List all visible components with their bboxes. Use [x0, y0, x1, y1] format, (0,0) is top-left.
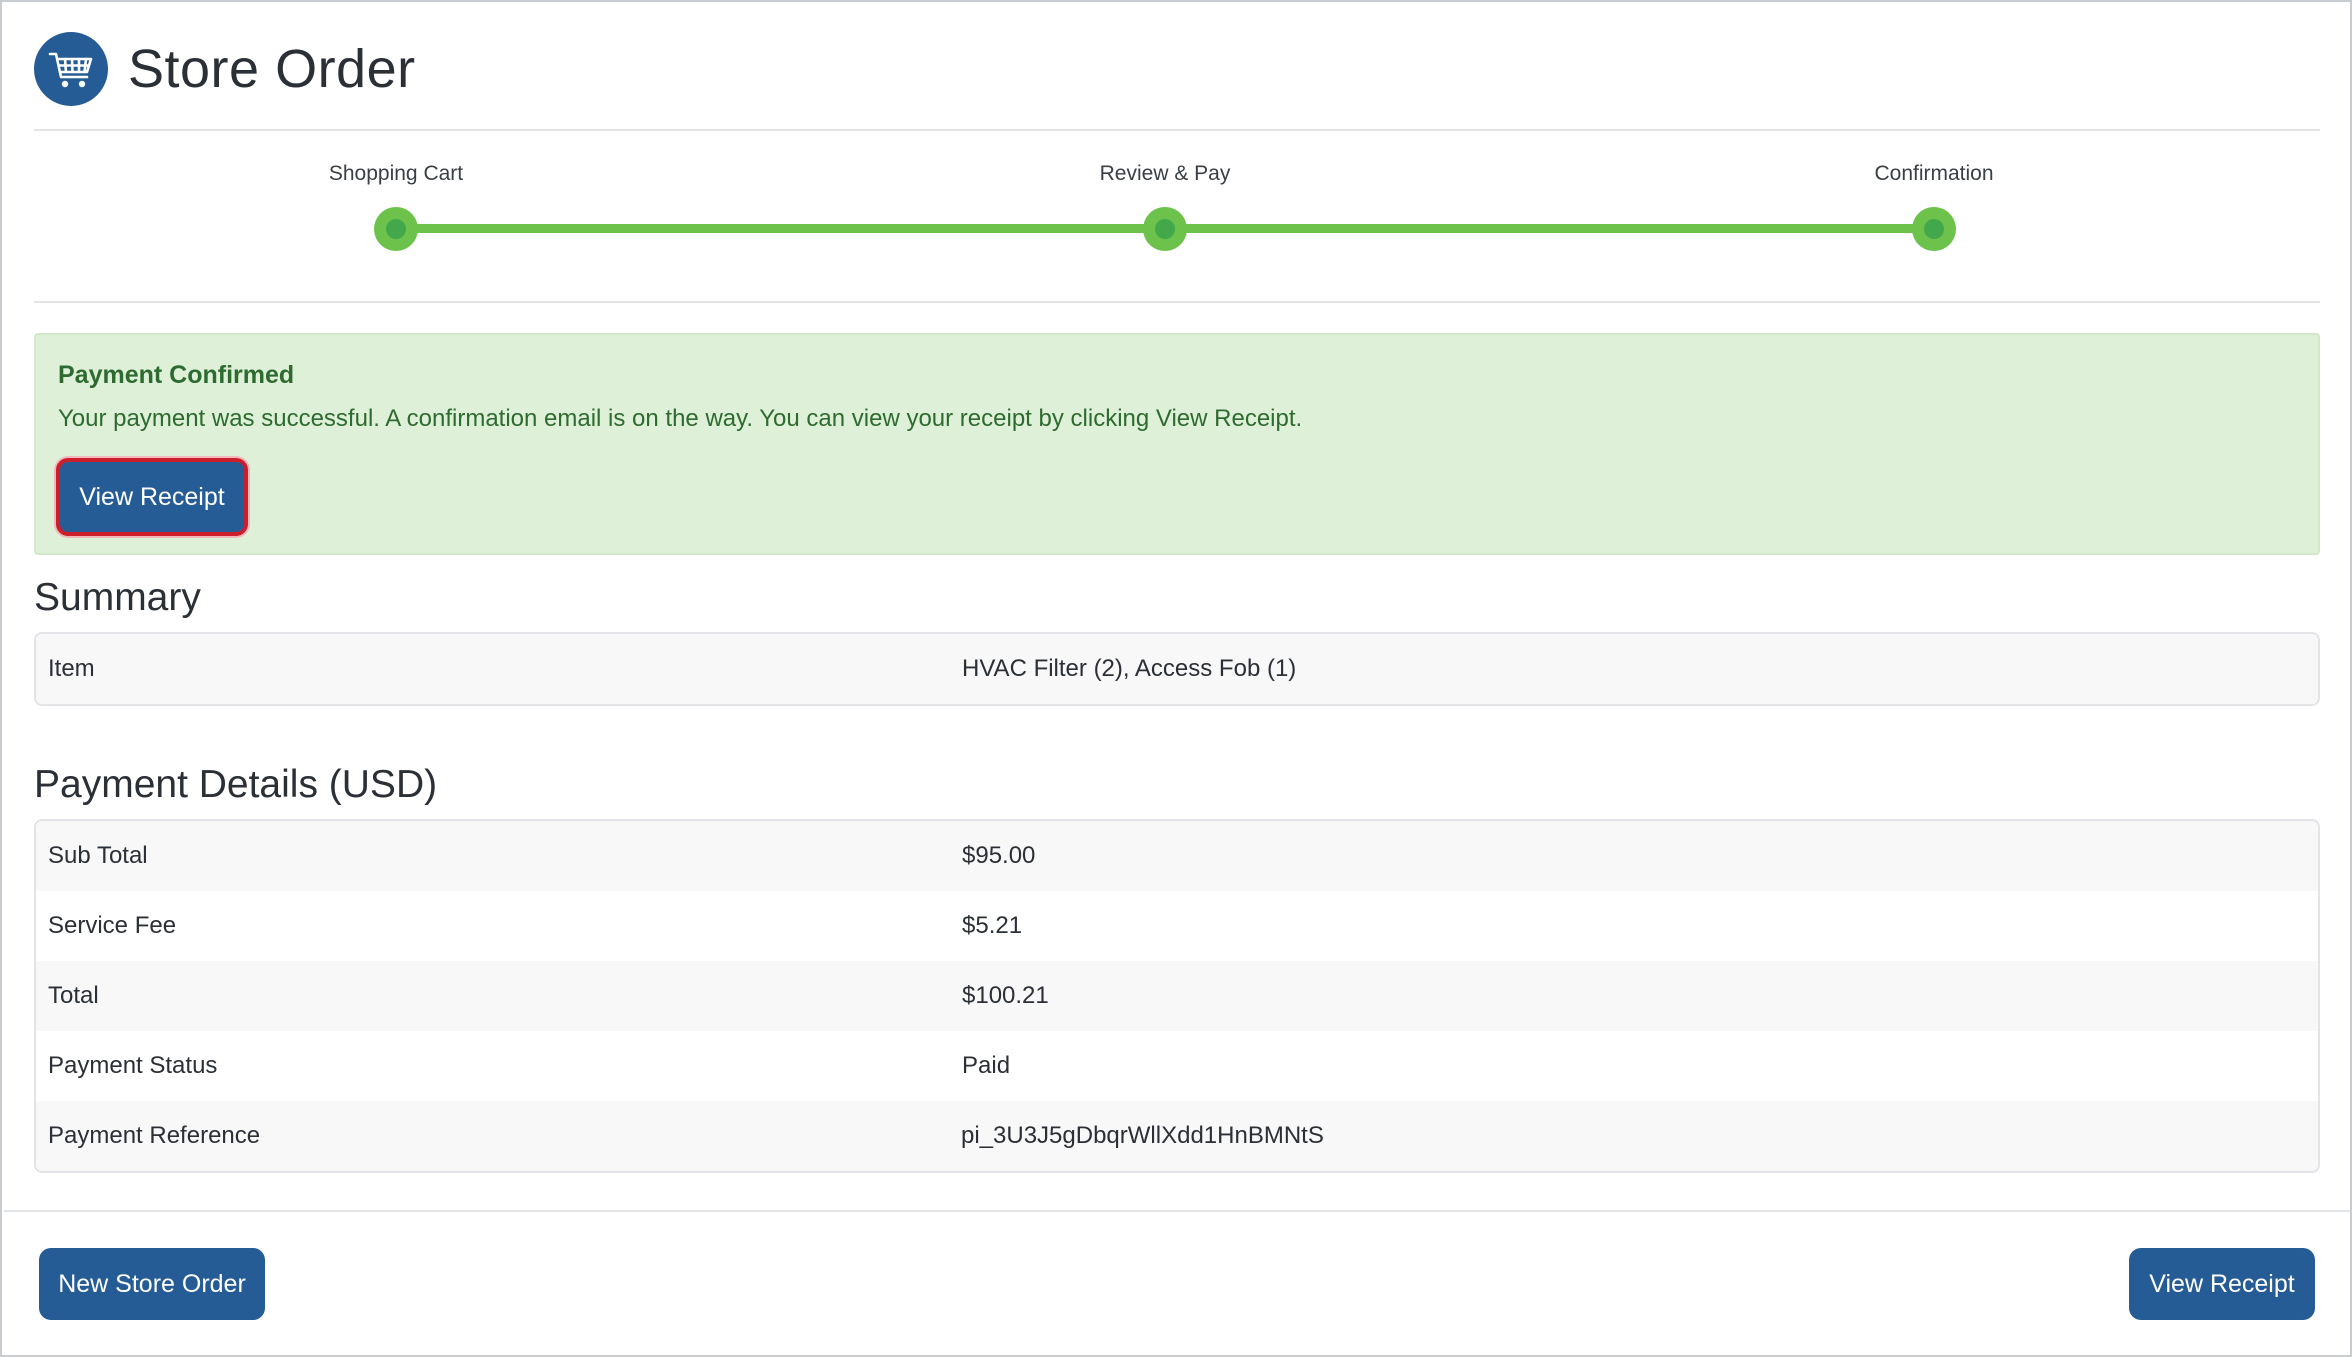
payment-details-table: Sub Total $95.00 Service Fee $5.21 Total… — [34, 819, 2320, 1173]
shopping-cart-icon — [34, 32, 108, 106]
row-value: $5.21 — [962, 912, 1023, 939]
payment-details-heading: Payment Details (USD) — [34, 763, 438, 806]
page-header: Store Order — [34, 32, 416, 106]
row-label: Payment Status — [48, 1052, 218, 1079]
row-value: pi_3U3J5gDbqrWllXdd1HnBMNtS — [961, 1122, 1324, 1149]
table-row: Payment Reference pi_3U3J5gDbqrWllXdd1Hn… — [36, 1101, 2318, 1171]
header-divider — [34, 129, 2320, 131]
page-title: Store Order — [128, 39, 416, 99]
row-label: Sub Total — [48, 842, 148, 869]
row-label: Payment Reference — [48, 1122, 261, 1149]
row-label: Item — [48, 655, 95, 682]
row-value: Paid — [962, 1052, 1011, 1079]
row-value: HVAC Filter (2), Access Fob (1) — [962, 655, 1297, 682]
step-complete-dot — [1155, 219, 1175, 239]
step-label-confirmation: Confirmation — [1874, 162, 1994, 185]
table-row: Service Fee $5.21 — [36, 891, 2318, 961]
stepper-divider — [34, 301, 2320, 303]
step-label-shopping-cart: Shopping Cart — [328, 162, 464, 185]
row-value: $95.00 — [962, 842, 1036, 869]
table-row: Item HVAC Filter (2), Access Fob (1) — [36, 634, 2318, 704]
footer-divider — [4, 1210, 2350, 1212]
table-row: Total $100.21 — [36, 961, 2318, 1031]
summary-table: Item HVAC Filter (2), Access Fob (1) — [34, 632, 2320, 706]
step-marker-review-pay — [1143, 207, 1187, 251]
payment-confirmed-alert: Payment Confirmed Your payment was succe… — [34, 333, 2320, 555]
row-label: Service Fee — [48, 912, 177, 939]
step-complete-dot — [386, 219, 406, 239]
table-row: Payment Status Paid — [36, 1031, 2318, 1101]
step-complete-dot — [1924, 219, 1944, 239]
new-store-order-button[interactable]: New Store Order — [39, 1248, 265, 1320]
step-label-review-pay: Review & Pay — [1099, 162, 1231, 185]
row-label: Total — [48, 982, 99, 1009]
step-marker-confirmation — [1912, 207, 1956, 251]
alert-message: Your payment was successful. A confirmat… — [58, 405, 1303, 432]
alert-title: Payment Confirmed — [58, 361, 295, 389]
footer-view-receipt-button[interactable]: View Receipt — [2129, 1248, 2315, 1320]
row-value: $100.21 — [962, 982, 1049, 1009]
summary-heading: Summary — [34, 576, 201, 619]
view-receipt-button[interactable]: View Receipt — [56, 458, 248, 536]
step-marker-shopping-cart — [374, 207, 418, 251]
table-row: Sub Total $95.00 — [36, 821, 2318, 891]
store-order-page: Store Order Shopping Cart Review & Pay C… — [0, 0, 2352, 1357]
